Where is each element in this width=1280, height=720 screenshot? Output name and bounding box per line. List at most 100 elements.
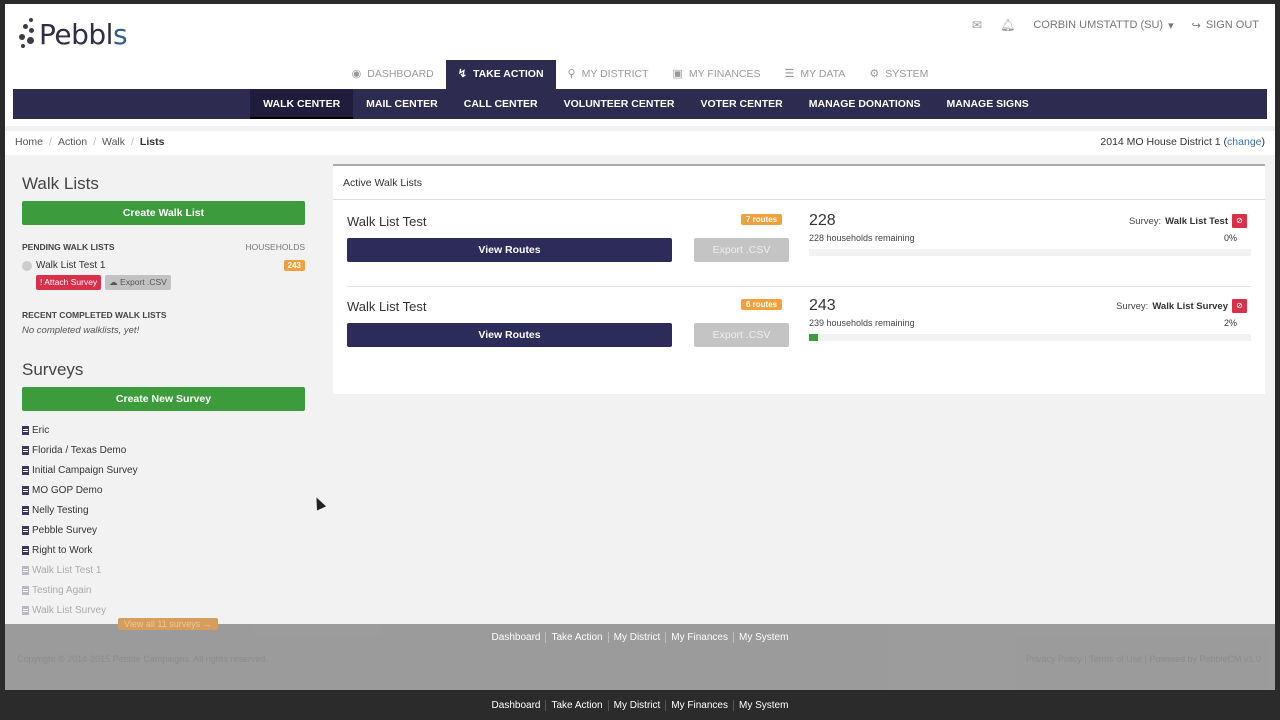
survey-item[interactable]: Testing Again [22, 580, 305, 600]
footer-link-take-action[interactable]: Take Action [546, 632, 609, 643]
tab-my-district[interactable]: ⚲ MY DISTRICT [556, 60, 661, 89]
export-csv-button[interactable]: Export .CSV [694, 323, 789, 347]
footer-link-dashboard[interactable]: Dashboard [487, 632, 547, 643]
breadcrumb-separator: / [93, 136, 97, 148]
detach-survey-icon[interactable]: ⊘ [1232, 299, 1247, 313]
legal-links[interactable]: Privacy Policy | Terms of Use | Powered … [1026, 654, 1261, 664]
caret-down-icon: ▾ [1168, 19, 1174, 32]
tab-my-data[interactable]: ☰ MY DATA [773, 60, 858, 89]
user-name: CORBIN UMSTATTD (SU) [1033, 19, 1164, 31]
envelope-icon[interactable]: ✉ [972, 18, 982, 32]
households-remaining: 239 households remaining [809, 318, 915, 328]
active-walk-lists-panel: Active Walk Lists Walk List Test 7 route… [333, 164, 1265, 394]
survey-item[interactable]: Walk List Survey [22, 600, 305, 620]
document-icon [22, 505, 29, 515]
recent-empty-note: No completed walklists, yet! [22, 325, 140, 336]
subnav-voter-center[interactable]: VOTER CENTER [687, 89, 795, 119]
radio-icon[interactable] [22, 260, 32, 271]
sign-out-label: SIGN OUT [1205, 19, 1259, 31]
survey-list: Eric Florida / Texas Demo Initial Campai… [22, 420, 305, 620]
change-district-link[interactable]: change [1227, 136, 1261, 148]
logo-mark-icon [17, 16, 39, 52]
view-routes-button[interactable]: View Routes [347, 323, 672, 347]
progress-percent: 0% [1223, 233, 1237, 243]
footer-link-my-finances[interactable]: My Finances [666, 632, 734, 643]
sign-out-icon: ↪ [1191, 19, 1201, 32]
subnav-manage-donations[interactable]: MANAGE DONATIONS [796, 89, 934, 119]
bottom-link-my-finances[interactable]: My Finances [666, 699, 734, 711]
document-icon [22, 585, 29, 595]
bell-icon[interactable]: 🔔︎ [1000, 18, 1015, 32]
survey-item[interactable]: Initial Campaign Survey [22, 460, 305, 480]
panel-title: Active Walk Lists [333, 166, 1265, 200]
walk-list-row: Walk List Test 6 routes View Routes Expo… [347, 286, 1251, 370]
sub-nav: WALK CENTER MAIL CENTER CALL CENTER VOLU… [13, 89, 1267, 119]
footer-link-my-system[interactable]: My System [734, 632, 793, 643]
document-icon [22, 605, 29, 615]
bottom-link-dashboard[interactable]: Dashboard [487, 699, 547, 711]
breadcrumb-walk[interactable]: Walk [102, 136, 125, 148]
routes-badge: 6 routes [741, 299, 783, 310]
footer-link-my-district[interactable]: My District [609, 632, 667, 643]
routes-badge: 7 routes [741, 214, 783, 225]
footer-links: Dashboard Take Action My District My Fin… [5, 632, 1275, 643]
bottom-link-my-district[interactable]: My District [609, 699, 667, 711]
attach-survey-button[interactable]: ! Attach Survey [36, 275, 102, 290]
dashboard-icon: ◉ [351, 68, 362, 80]
document-icon [22, 445, 29, 455]
view-routes-button[interactable]: View Routes [347, 238, 672, 262]
logo-text: Pebbls [39, 17, 128, 51]
breadcrumb-separator: / [131, 136, 134, 148]
tab-dashboard[interactable]: ◉ DASHBOARD [340, 60, 446, 89]
pebbls-logo[interactable]: Pebbls [17, 16, 128, 52]
attached-survey: Survey: Walk List Test ⊘ [1129, 214, 1247, 228]
walk-list-name: Walk List Test [347, 299, 427, 314]
survey-item[interactable]: Florida / Texas Demo [22, 440, 305, 460]
tab-take-action[interactable]: ↯ TAKE ACTION [445, 60, 556, 89]
copyright: Copyright © 2014-2015 Pebble Campaigns. … [17, 654, 268, 664]
sign-out-link[interactable]: ↪ SIGN OUT [1192, 19, 1259, 32]
user-nav: ✉ 🔔︎ CORBIN UMSTATTD (SU) ▾ ↪ SIGN OUT [972, 18, 1259, 32]
subnav-mail-center[interactable]: MAIL CENTER [353, 89, 451, 119]
progress-fill [809, 334, 818, 341]
tab-system[interactable]: ⚙ SYSTEM [857, 60, 940, 89]
tab-my-finances[interactable]: ▣ MY FINANCES [661, 60, 773, 89]
survey-item[interactable]: Eric [22, 420, 305, 440]
survey-item[interactable]: Right to Work [22, 540, 305, 560]
breadcrumb-action[interactable]: Action [58, 136, 87, 148]
view-all-surveys-button[interactable]: View all 11 surveys → [118, 618, 218, 630]
subnav-volunteer-center[interactable]: VOLUNTEER CENTER [551, 89, 688, 119]
bottom-footer-links: Dashboard Take Action My District My Fin… [0, 690, 1280, 720]
survey-item[interactable]: Walk List Test 1 [22, 560, 305, 580]
document-icon [22, 545, 29, 555]
bottom-link-take-action[interactable]: Take Action [546, 699, 609, 711]
breadcrumb-bar: Home / Action / Walk / Lists 2014 MO Hou… [5, 131, 1275, 155]
bottom-link-my-system[interactable]: My System [734, 700, 793, 711]
create-walk-list-button[interactable]: Create Walk List [22, 201, 305, 225]
subnav-walk-center[interactable]: WALK CENTER [250, 89, 354, 119]
breadcrumb-separator: / [49, 136, 52, 148]
surveys-heading: Surveys [22, 360, 84, 379]
cloud-download-icon: ☁ [109, 277, 118, 287]
create-survey-button[interactable]: Create New Survey [22, 387, 305, 411]
bolt-icon: ↯ [457, 68, 467, 80]
survey-item[interactable]: MO GOP Demo [22, 480, 305, 500]
subnav-manage-signs[interactable]: MANAGE SIGNS [934, 89, 1042, 119]
walk-list-row: Walk List Test 7 routes View Routes Expo… [347, 202, 1251, 286]
household-count: 228 [809, 212, 836, 229]
survey-item[interactable]: Pebble Survey [22, 520, 305, 540]
subnav-call-center[interactable]: CALL CENTER [451, 89, 551, 119]
attached-survey: Survey: Walk List Survey ⊘ [1116, 299, 1247, 313]
progress-bar [809, 249, 1251, 256]
pending-walk-list-item[interactable]: Walk List Test 1 243 [22, 260, 305, 271]
survey-item[interactable]: Nelly Testing [22, 500, 305, 520]
header: Pebbls ✉ 🔔︎ CORBIN UMSTATTD (SU) ▾ ↪ SIG… [5, 4, 1275, 126]
export-csv-button[interactable]: ☁ Export .CSV [105, 275, 171, 290]
export-csv-button[interactable]: Export .CSV [694, 238, 789, 262]
user-menu[interactable]: CORBIN UMSTATTD (SU) ▾ [1033, 19, 1173, 32]
households-remaining: 228 households remaining [809, 233, 915, 243]
breadcrumb-home[interactable]: Home [15, 136, 43, 148]
app-window: Pebbls ✉ 🔔︎ CORBIN UMSTATTD (SU) ▾ ↪ SIG… [5, 4, 1275, 690]
detach-survey-icon[interactable]: ⊘ [1232, 214, 1247, 228]
document-icon [22, 465, 29, 475]
